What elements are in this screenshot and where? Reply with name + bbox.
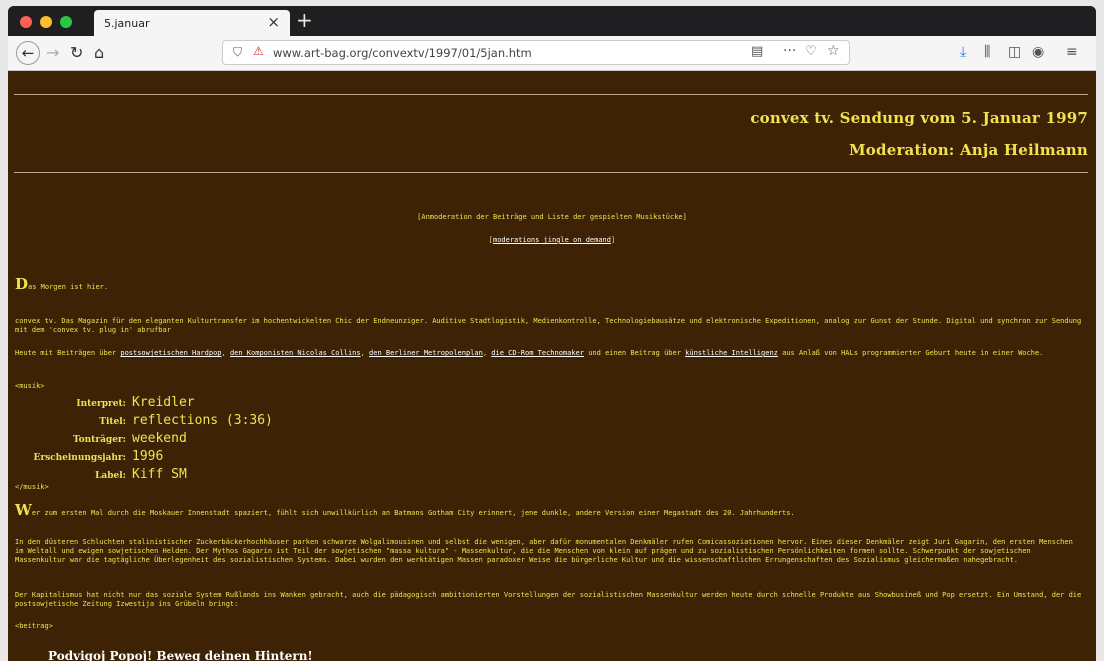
music-info: Interpret: Kreidler Titel: reflections (3:… [14, 395, 273, 485]
tab-bar: 5.januar × + [8, 6, 1096, 36]
forward-icon[interactable]: → [46, 42, 59, 64]
tab-title: 5.januar [104, 17, 150, 30]
back-icon[interactable]: ← [16, 41, 40, 65]
text: aus Anlaß von HALs programmierter Geburt… [777, 349, 1044, 357]
divider [14, 172, 1088, 173]
music-row: Label: Kiff SM [14, 467, 273, 485]
reload-icon[interactable]: ↻ [70, 42, 83, 64]
nav-bar: ← → ↻ ⌂ ⛉ ⚠ www.art-bag.org/convextv/199… [8, 36, 1096, 71]
jingle-link[interactable]: moderations jingle on demand [493, 236, 611, 244]
link-technomaker[interactable]: die CD-Rom Technomaker [491, 349, 584, 357]
link-hardpop[interactable]: postsowjetischen Hardpop [120, 349, 221, 357]
music-value: weekend [132, 431, 187, 446]
musik-open-tag: <musik> [15, 382, 45, 390]
music-label: Titel: [99, 417, 126, 427]
music-row: Tonträger: weekend [14, 431, 273, 449]
page-title: convex tv. Sendung vom 5. Januar 1997 [750, 109, 1088, 127]
insecure-lock-icon[interactable]: ⚠ [253, 44, 264, 58]
paragraph: Heute mit Beiträgen über postsowjetische… [15, 349, 1085, 358]
beitrag-open-tag: <beitrag> [15, 622, 53, 630]
paragraph: Wer zum ersten Mal durch die Moskauer In… [15, 503, 1085, 518]
close-window-button[interactable] [20, 16, 32, 28]
divider [14, 94, 1088, 95]
page-content: convex tv. Sendung vom 5. Januar 1997 Mo… [8, 71, 1096, 661]
drop-cap: W [15, 501, 32, 519]
new-tab-icon[interactable]: + [296, 10, 313, 30]
home-icon[interactable]: ⌂ [94, 42, 104, 64]
browser-window: 5.januar × + ← → ↻ ⌂ ⛉ ⚠ www.art-bag.org… [8, 6, 1096, 661]
jingle-line: [moderations jingle on demand] [8, 236, 1096, 244]
music-row: Titel: reflections (3:36) [14, 413, 273, 431]
account-icon[interactable]: ◉ [1032, 44, 1044, 60]
music-label: Erscheinungsjahr: [33, 453, 126, 463]
paragraph: Der Kapitalismus hat nicht nur das sozia… [15, 591, 1082, 608]
music-value: reflections (3:36) [132, 413, 273, 428]
link-ki[interactable]: künstliche Intelligenz [685, 349, 778, 357]
url-bar[interactable]: ⛉ ⚠ www.art-bag.org/convextv/1997/01/5ja… [222, 40, 850, 65]
minimize-window-button[interactable] [40, 16, 52, 28]
sidebar-icon[interactable]: ◫ [1008, 44, 1021, 60]
paragraph: In den düsteren Schluchten stalinistisch… [15, 538, 1073, 564]
music-value: Kreidler [132, 395, 195, 410]
reader-view-icon[interactable]: ▤ [751, 44, 763, 59]
text: , [360, 349, 370, 357]
music-value: 1996 [132, 449, 164, 464]
music-row: Interpret: Kreidler [14, 395, 273, 413]
jingle-bracket: ] [611, 236, 616, 244]
link-metropolenplan[interactable]: den Berliner Metropolenplan [369, 349, 483, 357]
tab-active[interactable]: 5.januar × [94, 10, 290, 36]
library-icon[interactable]: ⫼ [984, 44, 990, 60]
music-label: Interpret: [76, 399, 126, 409]
page-subtitle: Moderation: Anja Heilmann [849, 141, 1088, 159]
menu-icon[interactable]: ≡ [1066, 44, 1078, 60]
pocket-icon[interactable]: ♡ [805, 44, 817, 59]
article-headline-link[interactable]: Podvigoj Popoj! Beweg deinen Hintern! [48, 649, 313, 661]
music-label: Label: [95, 471, 126, 481]
paragraph-text: er zum ersten Mal durch die Moskauer Inn… [31, 509, 795, 517]
drop-cap: D [15, 275, 29, 293]
paragraph-text: as Morgen ist hier. [28, 283, 109, 291]
url-text[interactable]: www.art-bag.org/convextv/1997/01/5jan.ht… [273, 46, 532, 60]
text: , [221, 349, 230, 357]
bookmark-star-icon[interactable]: ☆ [827, 43, 840, 59]
intro-link-line: [Anmoderation der Beiträge und Liste der… [8, 213, 1096, 221]
zoom-window-button[interactable] [60, 16, 72, 28]
shield-icon[interactable]: ⛉ [233, 45, 242, 60]
music-value: Kiff SM [132, 467, 187, 482]
music-row: Erscheinungsjahr: 1996 [14, 449, 273, 467]
more-icon[interactable]: ··· [783, 43, 796, 59]
text: und einen Beitrag über [584, 349, 686, 357]
close-icon[interactable]: × [267, 14, 280, 30]
musik-close-tag: </musik> [15, 483, 49, 491]
intro-link[interactable]: [Anmoderation der Beiträge und Liste der… [417, 213, 687, 221]
text: Heute mit Beiträgen über [15, 349, 121, 357]
paragraph: Das Morgen ist hier. [15, 277, 1085, 292]
music-label: Tonträger: [72, 435, 126, 445]
window-controls [20, 16, 72, 28]
link-collins[interactable]: den Komponisten Nicolas Collins [230, 349, 361, 357]
download-icon[interactable]: ⤓ [960, 44, 966, 60]
paragraph: convex tv. Das Magazin für den eleganten… [15, 317, 1082, 334]
